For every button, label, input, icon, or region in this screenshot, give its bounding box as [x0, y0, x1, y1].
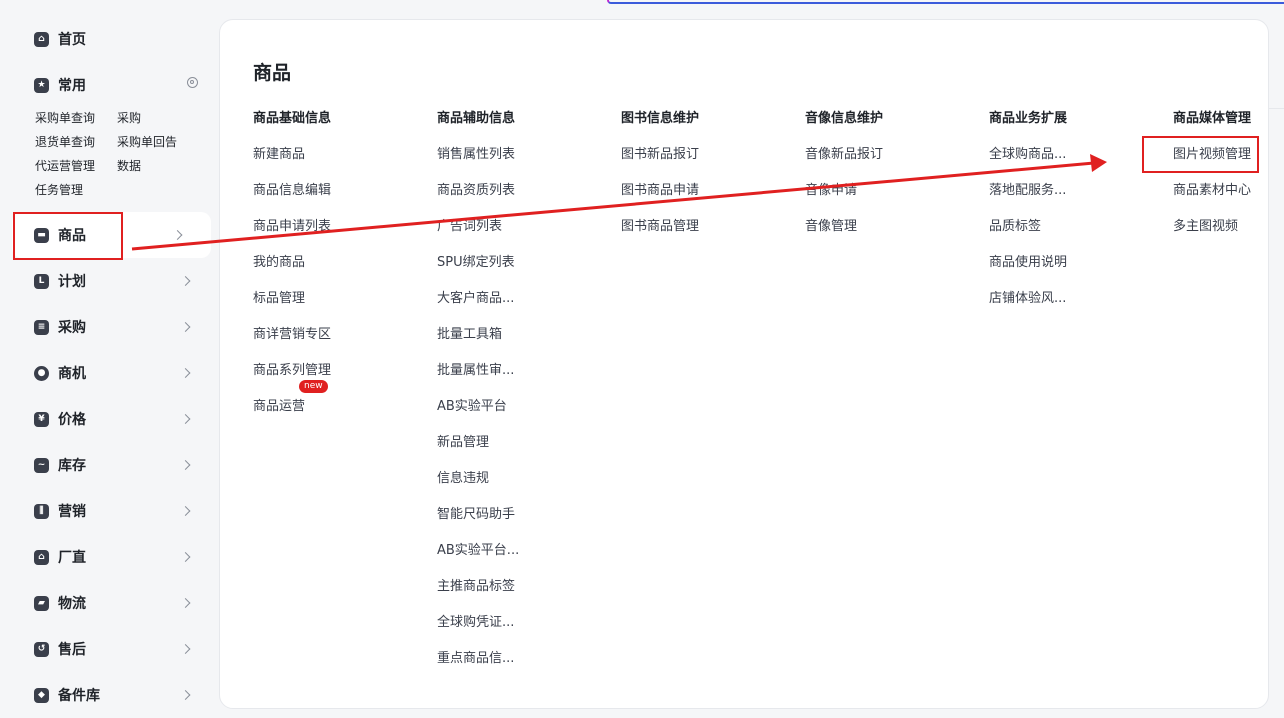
arrow-shaft [131, 161, 1095, 251]
annotation-arrow [131, 154, 1107, 251]
arrow-head [1090, 154, 1107, 172]
chevron-right-icon [180, 690, 191, 700]
